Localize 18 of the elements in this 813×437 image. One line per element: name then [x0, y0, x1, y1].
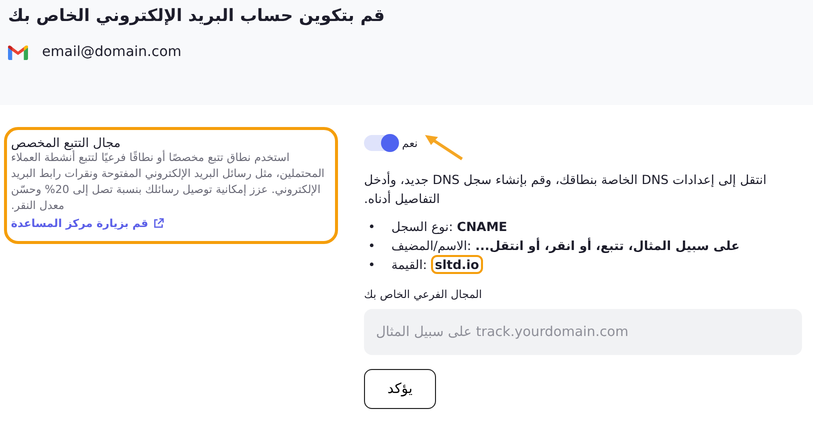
page-title: قم بتكوين حساب البريد الإلكتروني الخاص بك [8, 6, 385, 26]
confirm-button[interactable]: يؤكد [364, 369, 436, 410]
mail-logo-icon [8, 44, 28, 60]
bullet: • [368, 218, 376, 235]
annotation-arrow [424, 133, 464, 161]
dns-record: الاسم/المضيف: على سبيل المثال، تتبع، أو انقر، أو انتقل... [391, 238, 740, 254]
card-description: استخدم نطاق تتبع مخصصًا أو نطاقًا فرعيًا لتتبع أنشطة العملاء المحتملين، مثل رسائل البريد الإلكتروني المفتوحة ونقرات رابط البريد الإلكتروني. عزز إمكانية توصيل رسائلك بنسبة تصل إلى 20% وحسّن معدل النقر. [11, 150, 326, 214]
external-link-icon [153, 218, 164, 229]
card-title: مجال التتبع المخصص [11, 135, 122, 150]
account-email: email@domain.com [42, 44, 182, 60]
bullet: • [368, 238, 376, 254]
subdomain-input[interactable]: على سبيل المثال track.yourdomain.com [364, 309, 802, 356]
toggle-label: نعم [402, 136, 418, 150]
bullet: • [368, 257, 376, 274]
help-center-link[interactable]: قم بزيارة مركز المساعدة [11, 216, 164, 230]
field-label: المجال الفرعي الخاص بك [364, 288, 482, 302]
dns-instructions: انتقل إلى إعدادات DNS الخاصة بنطاقك، وقم بإنشاء سجل DNS جديد، وأدخل التفاصيل أدناه. [364, 171, 768, 208]
toggle-switch[interactable] [364, 135, 398, 151]
